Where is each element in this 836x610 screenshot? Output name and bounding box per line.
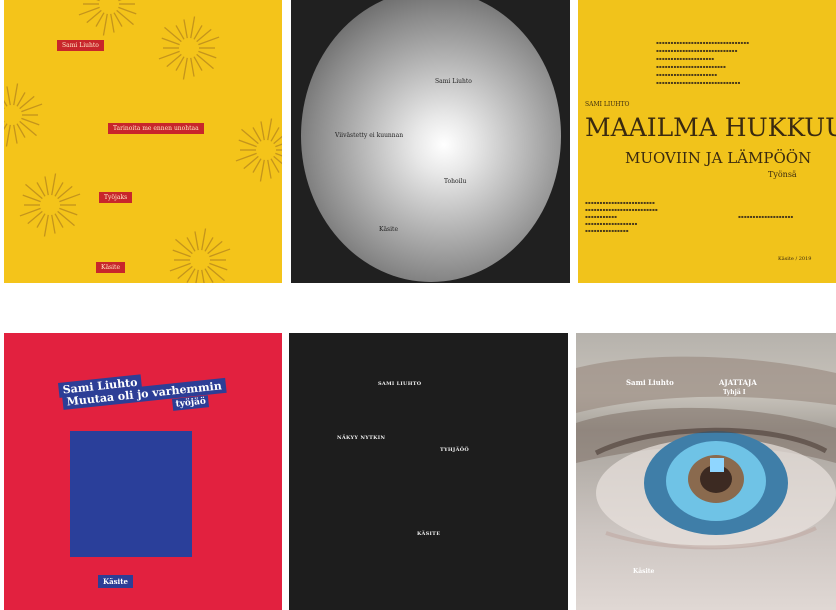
publisher-label: Käsite xyxy=(96,262,126,273)
sunburst-mark xyxy=(235,118,282,182)
sunburst-mark xyxy=(169,228,231,283)
sunburst-mark xyxy=(19,173,81,237)
author-label: Sami Liuhto xyxy=(57,40,104,51)
subtitle-text: Työnsä xyxy=(768,170,797,179)
title-text: AJATTAJA xyxy=(719,378,757,387)
title-text: NÄKYY NYTKIN xyxy=(337,435,386,441)
publisher-label: Käsite xyxy=(98,575,133,588)
book-cover-2[interactable]: Sami Liuhto Viivästetty ei kuunnan Tohoi… xyxy=(291,0,570,283)
painted-eye-image xyxy=(576,356,836,550)
title-label-2: työjäö xyxy=(172,395,210,411)
book-cover-4[interactable]: Sami Liuhto Muutaa oli jo varhemmin työj… xyxy=(4,333,282,610)
sun-pattern-decoration xyxy=(4,0,282,283)
sunburst-mark xyxy=(158,16,220,80)
blue-square xyxy=(70,431,192,557)
title-line-2: MUOVIIN JA LÄMPÖÖN xyxy=(625,149,812,167)
publisher-text: KÄSITE xyxy=(417,531,441,537)
author-text: SAMI LIUHTO xyxy=(585,101,630,108)
title-text: Viivästetty ei kuunnan xyxy=(335,132,404,139)
sunburst-mark xyxy=(4,83,43,147)
subtitle-text: Tyhjä I xyxy=(723,389,746,396)
glowing-circle xyxy=(301,0,561,282)
book-cover-1[interactable]: Sami Liuhto Tarinoita me ennen unohtaa T… xyxy=(4,0,282,283)
book-cover-3[interactable]: ▪▪▪▪▪▪▪▪▪▪▪▪▪▪▪▪▪▪▪▪▪▪▪▪▪▪▪▪▪▪▪▪ ▪▪▪▪▪▪▪… xyxy=(578,0,836,283)
series-text: Tohoilu xyxy=(444,178,467,185)
author-text: Sami Liuhto xyxy=(626,378,674,387)
author-text: Sami Liuhto xyxy=(435,78,472,85)
publisher-text: Käsite xyxy=(379,226,399,233)
sunburst-mark xyxy=(78,0,137,36)
book-cover-5[interactable]: SAMI LIUHTO NÄKYY NYTKIN TYHJÄÖÖ KÄSITE xyxy=(289,333,568,610)
title-line-1: MAAILMA HUKKUU xyxy=(585,113,836,142)
author-text: SAMI LIUHTO xyxy=(378,381,422,387)
series-label: Työjaks xyxy=(99,192,133,203)
publisher-text: Käsite xyxy=(633,568,655,575)
book-cover-6[interactable]: Sami Liuhto AJATTAJA Tyhjä I Käsite xyxy=(576,333,836,610)
publisher-mark: Käsite / 2019 xyxy=(778,256,812,262)
title-label: Tarinoita me ennen unohtaa xyxy=(108,123,204,134)
series-text: TYHJÄÖÖ xyxy=(440,447,470,453)
